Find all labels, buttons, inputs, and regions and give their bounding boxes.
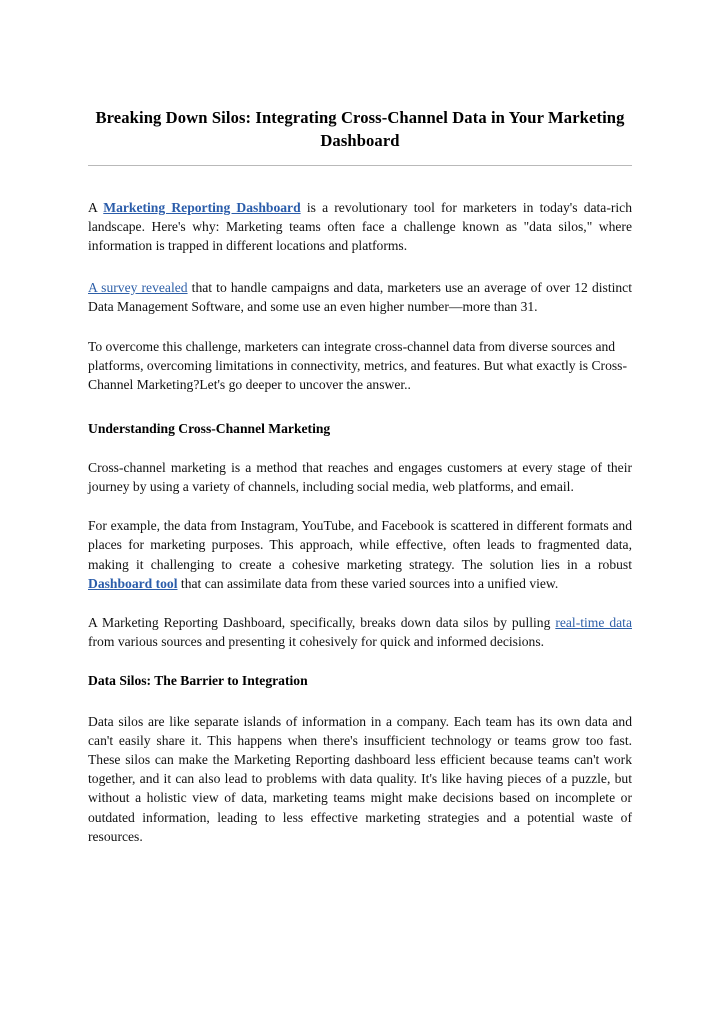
document-page: Breaking Down Silos: Integrating Cross-C…	[0, 0, 720, 1017]
heading-understanding-cross-channel-marketing: Understanding Cross-Channel Marketing	[88, 420, 331, 436]
paragraph-intro: A Marketing Reporting Dashboard is a rev…	[88, 198, 632, 256]
paragraph-overcome: To overcome this challenge, marketers ca…	[88, 339, 627, 393]
page-title: Breaking Down Silos: Integrating Cross-C…	[88, 0, 632, 152]
link-real-time-data[interactable]: real-time data	[555, 615, 632, 630]
heading-data-silos-barrier-to-integration: Data Silos: The Barrier to Integration	[88, 673, 308, 689]
paragraph-survey: A survey revealed that to handle campaig…	[88, 278, 632, 316]
paragraph-example-rest: that can assimilate data from these vari…	[177, 575, 559, 591]
paragraph-example-platforms: For example, the data from Instagram, Yo…	[88, 516, 632, 593]
paragraph-data-silos-explanation: Data silos are like separate islands of …	[88, 713, 632, 844]
paragraph-dashboard-rest: from various sources and presenting it c…	[88, 634, 545, 650]
link-dashboard-tool[interactable]: Dashboard tool	[88, 576, 178, 591]
link-marketing-reporting-dashboard[interactable]: Marketing Reporting Dashboard	[103, 200, 300, 215]
paragraph-dashboard-pulls-data: A Marketing Reporting Dashboard, specifi…	[88, 613, 632, 651]
paragraph-intro-lead: A	[88, 200, 104, 215]
page-title-line-1: Breaking Down Silos: Integrating Cross-C…	[95, 108, 544, 127]
document-content-column: Breaking Down Silos: Integrating Cross-C…	[88, 0, 632, 846]
link-a-survey-revealed[interactable]: A survey revealed	[88, 280, 188, 295]
paragraph-cross-channel-definition: Cross-channel marketing is a method that…	[88, 459, 632, 495]
paragraph-dashboard-lead: A Marketing Reporting Dashboard, specifi…	[88, 615, 556, 631]
paragraph-example-lead: For example, the data from Instagram, Yo…	[88, 518, 632, 572]
